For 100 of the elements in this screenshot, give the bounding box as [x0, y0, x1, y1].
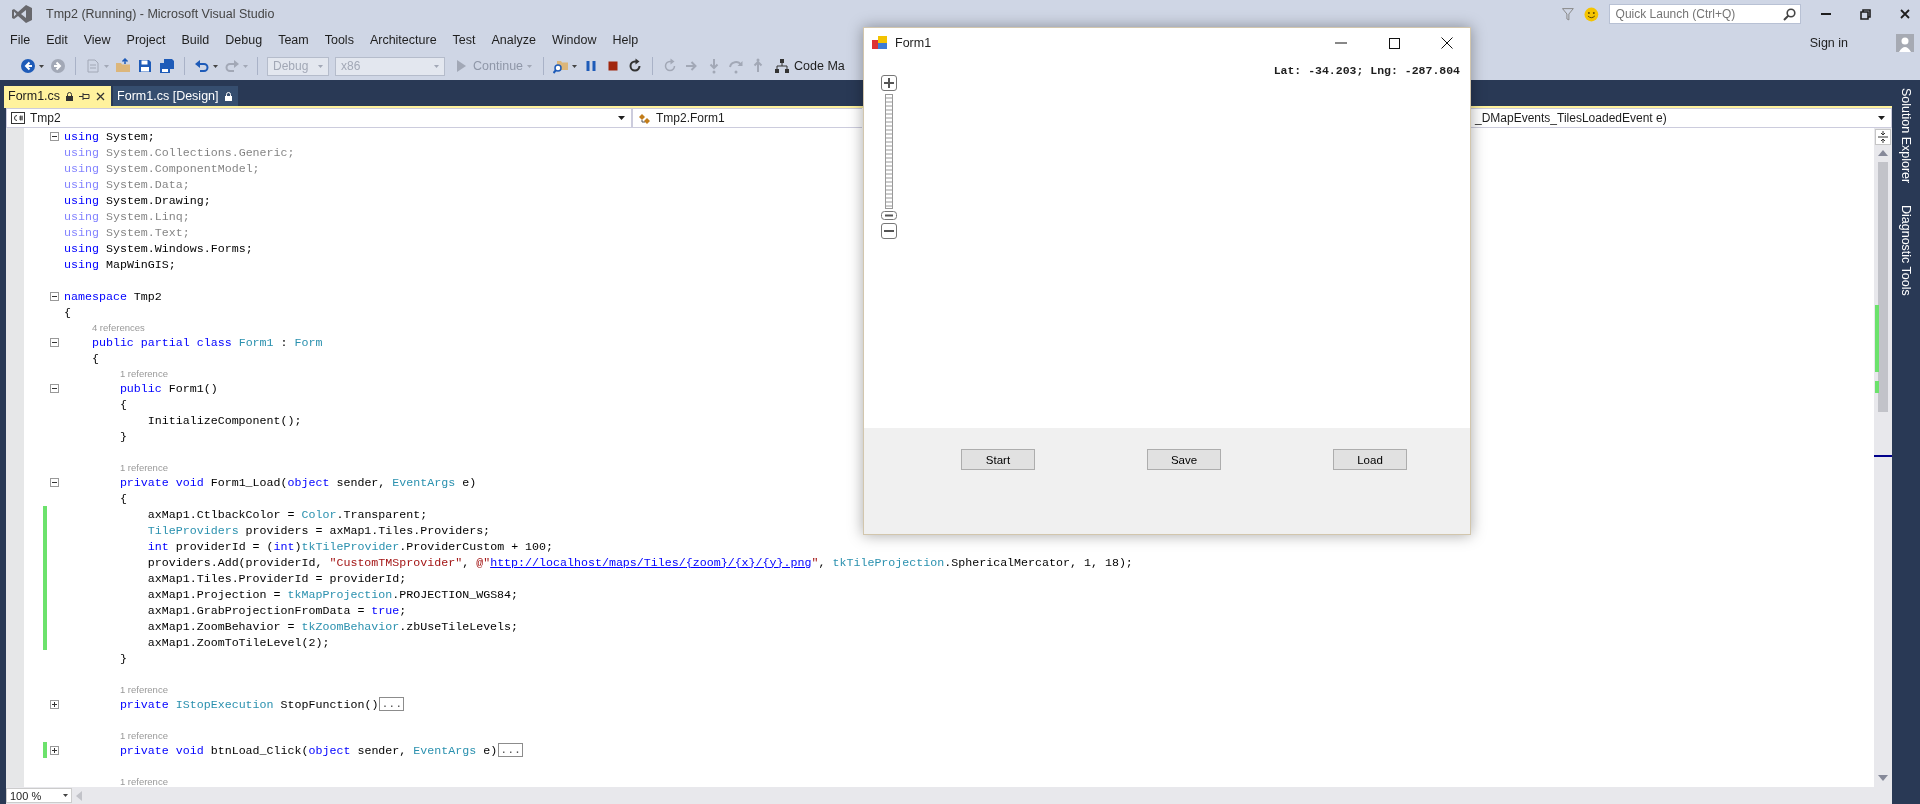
- caret-icon[interactable]: [63, 794, 68, 797]
- code-line: {: [64, 305, 71, 319]
- collapse-icon[interactable]: [50, 477, 59, 487]
- dropdown-arrow-icon[interactable]: [1878, 116, 1885, 120]
- lock-icon: [224, 91, 232, 101]
- folder-icon[interactable]: [115, 58, 131, 74]
- search-field[interactable]: Quick Launch (Ctrl+Q): [1608, 4, 1802, 24]
- expand-icon[interactable]: [50, 745, 59, 755]
- diagram-icon[interactable]: [774, 58, 791, 74]
- collapse-icon[interactable]: [50, 383, 59, 393]
- caret-position-marker: [1874, 455, 1892, 457]
- code-line: using System.Text;: [64, 225, 190, 239]
- lock-icon: [66, 91, 74, 101]
- document-tab[interactable]: Form1.cs [Design]: [113, 86, 238, 106]
- code-line: axMap1.CtlbackColor = Color.Transparent;: [147, 507, 428, 521]
- toolbar-button[interactable]: Code Ma: [772, 58, 847, 74]
- code-line: InitializeComponent();: [147, 413, 302, 427]
- code-line: public partial class Form1 : Form: [91, 335, 323, 349]
- vertical-scrollbar[interactable]: [1874, 128, 1892, 787]
- document-tab[interactable]: Form1.cs: [4, 86, 112, 106]
- menu-item[interactable]: Project: [118, 31, 174, 49]
- class-icon: [637, 112, 651, 124]
- save-icon[interactable]: [137, 58, 153, 74]
- scroll-up-icon[interactable]: [1878, 150, 1888, 156]
- code-line: public Form1(): [119, 381, 218, 395]
- code-line: axMap1.Tiles.ProviderId = providerId;: [147, 571, 407, 585]
- collapse-icon[interactable]: [50, 337, 59, 347]
- logo-icon: [12, 5, 32, 23]
- caret-icon[interactable]: [213, 64, 218, 68]
- code-line: }: [119, 651, 127, 665]
- window-title: Form1: [895, 36, 933, 50]
- scrollbar-thumb[interactable]: [1878, 162, 1888, 412]
- navigation-dropdown[interactable]: Tmp2.Form1: [632, 108, 862, 128]
- restore-icon[interactable]: [1860, 8, 1872, 20]
- caret-icon[interactable]: [39, 64, 44, 68]
- expand-icon[interactable]: [50, 699, 59, 709]
- menu-item[interactable]: Tools: [316, 31, 362, 49]
- back-icon[interactable]: [20, 58, 36, 74]
- menu-item[interactable]: Help: [604, 31, 647, 49]
- code-line: axMap1.Projection = tkMapProjection.PROJECTION_WGS84;: [147, 587, 519, 601]
- code-line: using System.Linq;: [64, 209, 190, 223]
- code-line: axMap1.ZoomToTileLevel(2);: [147, 635, 330, 649]
- folder-search-icon[interactable]: [553, 58, 570, 74]
- navigation-dropdown[interactable]: Tmp2: [6, 108, 632, 128]
- menu-item[interactable]: View: [75, 31, 119, 49]
- menu-item[interactable]: Edit: [38, 31, 76, 49]
- coordinates-label: Lat: -34.203; Lng: -287.804: [1273, 64, 1460, 77]
- code-line: }: [119, 429, 127, 443]
- code-line: using System.ComponentModel;: [64, 161, 260, 175]
- collapsed-code-indicator[interactable]: ...: [498, 743, 524, 757]
- maximize-icon[interactable]: [1388, 37, 1400, 49]
- close-icon[interactable]: [1441, 37, 1453, 49]
- menu-item[interactable]: Build: [173, 31, 218, 49]
- file-icon: [11, 112, 25, 124]
- form-button[interactable]: Load: [1333, 449, 1407, 470]
- code-line: private void btnLoad_Click(object sender, EventArgs e): [119, 743, 498, 757]
- code-line: {: [119, 491, 127, 505]
- navigation-dropdown[interactable]: _DMapEvents_TilesLoadedEvent e): [1470, 108, 1892, 128]
- code-line: axMap1.ZoomBehavior = tkZoomBehavior.zbUseTileLevels;: [147, 619, 519, 633]
- window-title: Tmp2 (Running) - Microsoft Visual Studio: [46, 7, 275, 21]
- menu-item[interactable]: Analyze: [483, 31, 544, 49]
- zoom-dropdown[interactable]: 100 %: [6, 788, 72, 803]
- close-icon[interactable]: [1900, 9, 1911, 19]
- menu-item[interactable]: Debug: [217, 31, 271, 49]
- menu-item[interactable]: Window: [544, 31, 605, 49]
- smiley-icon[interactable]: [1583, 6, 1599, 22]
- code-line: using System;: [64, 129, 155, 143]
- split-icon[interactable]: [1875, 129, 1891, 145]
- menu-item[interactable]: Team: [270, 31, 317, 49]
- change-marker: [1875, 305, 1879, 372]
- side-panel-tab[interactable]: Solution Explorer: [1899, 88, 1913, 184]
- undo-icon[interactable]: [194, 58, 210, 74]
- menu-item[interactable]: Architecture: [361, 31, 445, 49]
- change-marker: [1875, 381, 1879, 393]
- save-all-icon[interactable]: [159, 58, 175, 74]
- menu-item[interactable]: File: [2, 31, 39, 49]
- code-line: namespace Tmp2: [64, 289, 162, 303]
- pin-icon[interactable]: [79, 91, 91, 101]
- collapse-icon[interactable]: [50, 291, 59, 301]
- minimize-icon[interactable]: [1821, 13, 1832, 15]
- search-icon[interactable]: [1783, 7, 1797, 21]
- form-button[interactable]: Save: [1147, 449, 1221, 470]
- collapse-icon[interactable]: [50, 131, 59, 141]
- code-line: private void Form1_Load(object sender, EventArgs e): [119, 475, 477, 489]
- code-line: int providerId = (int)tkTileProvider.ProviderCustom + 100;: [147, 539, 554, 553]
- caret-icon[interactable]: [572, 64, 578, 68]
- menu-item[interactable]: Test: [444, 31, 484, 49]
- code-line: providers.Add(providerId, "CustomTMSprovider", @"http://localhost/maps/Tiles/{zoom}/{x}/{y}.png", tkTileProjection.SphericalMercator, 1, 18);: [147, 555, 1133, 569]
- close-icon[interactable]: [96, 91, 106, 101]
- side-panel-tab[interactable]: Diagnostic Tools: [1899, 205, 1913, 296]
- dropdown-arrow-icon[interactable]: [618, 116, 625, 120]
- collapsed-code-indicator[interactable]: ...: [379, 697, 405, 711]
- scroll-down-icon[interactable]: [1878, 775, 1888, 781]
- code-line: using System.Data;: [64, 177, 190, 191]
- code-line: TileProviders providers = axMap1.Tiles.Providers;: [147, 523, 491, 537]
- code-line: using System.Collections.Generic;: [64, 145, 295, 159]
- sign-in-link[interactable]: Sign in: [1809, 36, 1848, 50]
- zoom-out-button[interactable]: [881, 223, 897, 239]
- form-button[interactable]: Start: [961, 449, 1035, 470]
- app-icon: [872, 36, 888, 50]
